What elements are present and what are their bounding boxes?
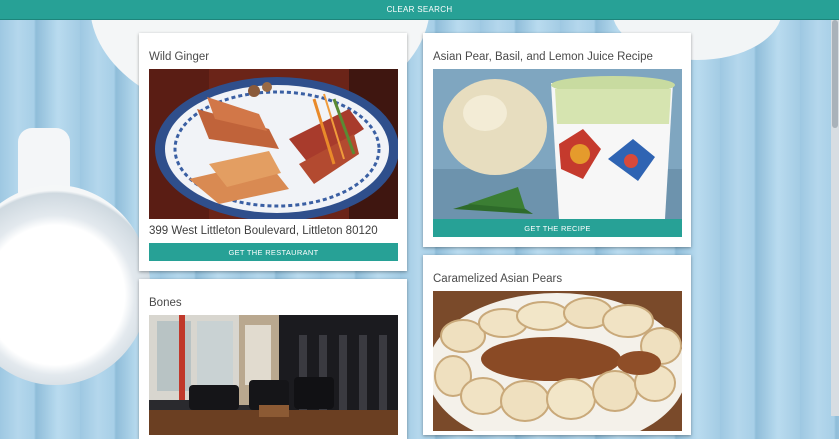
restaurant-interior-photo (149, 315, 398, 435)
top-bar: CLEAR SEARCH (0, 0, 839, 20)
restaurant-address: 399 West Littleton Boulevard, Littleton … (149, 225, 378, 237)
pear-juice-photo (433, 69, 682, 219)
spring-rolls-photo (149, 69, 398, 219)
card-title: Bones (149, 297, 182, 309)
scrollbar-thumb[interactable] (832, 20, 838, 128)
card-title: Wild Ginger (149, 51, 210, 63)
result-card: Bones (139, 279, 407, 439)
get-recipe-button[interactable]: GET THE RECIPE (433, 219, 682, 237)
result-card: Wild Ginger 399 West Littleton Boulevard… (139, 33, 407, 271)
card-title: Asian Pear, Basil, and Lemon Juice Recip… (433, 51, 653, 63)
background-cup (0, 185, 150, 385)
result-card: Asian Pear, Basil, and Lemon Juice Recip… (423, 33, 691, 247)
card-title: Caramelized Asian Pears (433, 273, 563, 285)
result-card: Caramelized Asian Pears (423, 255, 691, 435)
caramelized-pears-photo (433, 291, 682, 431)
clear-search-button[interactable]: CLEAR SEARCH (387, 5, 453, 14)
get-restaurant-button[interactable]: GET THE RESTAURANT (149, 243, 398, 261)
